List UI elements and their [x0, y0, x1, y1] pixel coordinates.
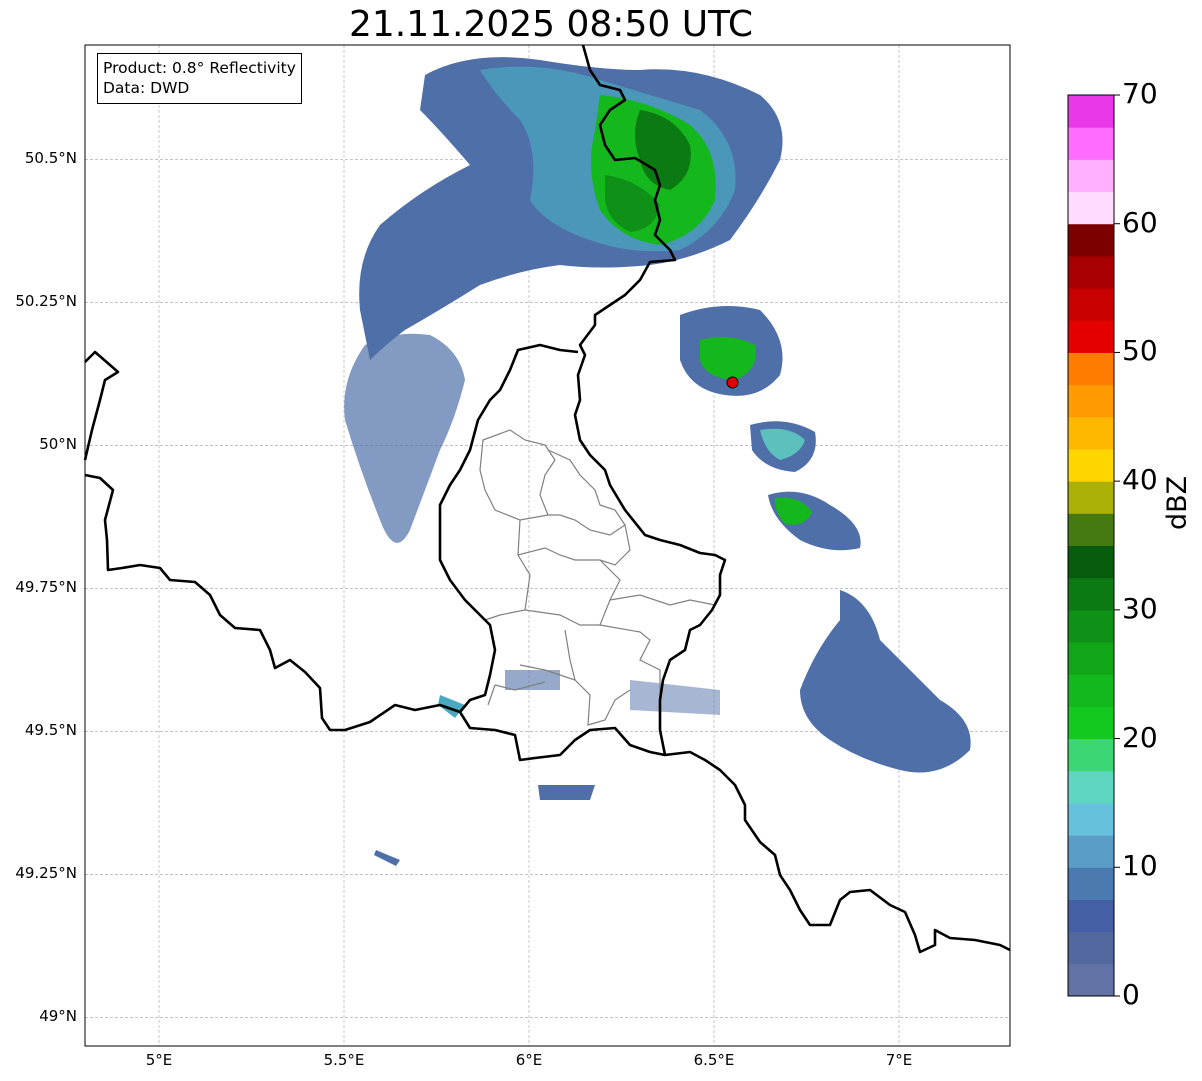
colorbar-cell	[1068, 255, 1114, 289]
colorbar-tick-label: 20	[1122, 720, 1158, 754]
colorbar-cell	[1068, 642, 1114, 675]
colorbar-tick-label: 60	[1122, 205, 1158, 239]
colorbar-cell	[1068, 448, 1114, 482]
colorbar-tick-label: 50	[1122, 334, 1158, 368]
colorbar-cell	[1068, 706, 1114, 740]
colorbar-ticks	[1114, 94, 1120, 997]
colorbar-cell	[1068, 609, 1114, 643]
colorbar-cell	[1068, 899, 1114, 933]
colorbar-cell	[1068, 384, 1114, 418]
colorbar-cell	[1068, 963, 1114, 997]
colorbar-cell	[1068, 770, 1114, 804]
colorbar-cell	[1068, 481, 1114, 514]
colorbar-cells	[1068, 95, 1114, 997]
colorbar-cell	[1068, 127, 1114, 160]
colorbar-cell	[1068, 288, 1114, 321]
colorbar-tick-label: 30	[1122, 591, 1158, 625]
colorbar-cell	[1068, 352, 1114, 386]
colorbar-cell	[1068, 835, 1114, 868]
colorbar-cell	[1068, 931, 1114, 965]
colorbar-tick-label: 10	[1122, 849, 1158, 883]
colorbar-cell	[1068, 159, 1114, 193]
colorbar-tick-label: 70	[1122, 77, 1158, 110]
colorbar-cell	[1068, 674, 1114, 707]
colorbar-cell	[1068, 320, 1114, 353]
colorbar-cell	[1068, 867, 1114, 900]
colorbar-cell	[1068, 223, 1114, 257]
colorbar-cell	[1068, 191, 1114, 225]
colorbar-cell	[1068, 95, 1114, 128]
colorbar-tick-label: 0	[1122, 978, 1140, 1011]
colorbar-cell	[1068, 577, 1114, 611]
colorbar-label: dBZ	[1162, 475, 1193, 530]
colorbar-cell	[1068, 738, 1114, 772]
colorbar	[1067, 94, 1120, 997]
colorbar-cell	[1068, 802, 1114, 836]
colorbar-cell	[1068, 416, 1114, 450]
colorbar-tick-label: 40	[1122, 463, 1158, 497]
colorbar-cell	[1068, 545, 1114, 579]
colorbar-cell	[1068, 513, 1114, 546]
